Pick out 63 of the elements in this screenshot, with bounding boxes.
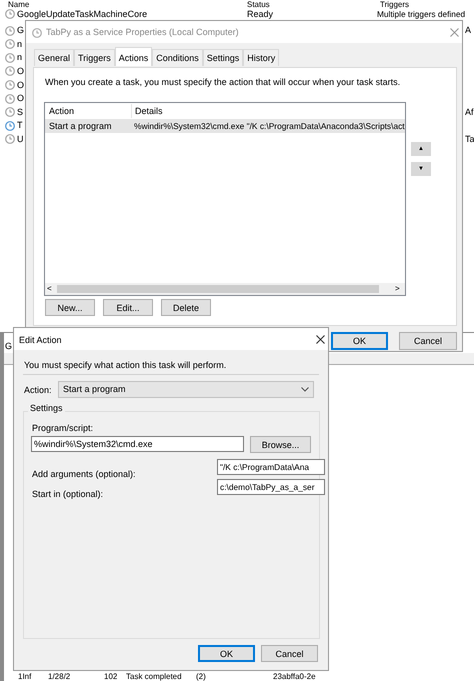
history-cell: (2) (196, 672, 206, 681)
task-name: S (17, 106, 24, 118)
history-cell: 23abffa0-2e (273, 672, 316, 681)
history-cell: Task completed (126, 672, 182, 681)
ok-button[interactable]: OK (198, 645, 255, 662)
task-triggers: A (465, 24, 472, 37)
pane-label: G (5, 340, 12, 353)
scrollbar-thumb[interactable] (57, 285, 379, 293)
task-name: T (17, 120, 22, 132)
clock-icon (32, 28, 42, 38)
task-name: n (17, 38, 22, 50)
action-button[interactable]: New... (45, 299, 95, 316)
column-header: Status (247, 0, 270, 9)
tab[interactable]: Conditions (152, 49, 203, 66)
task-name: G (17, 25, 24, 36)
tab[interactable]: Actions (114, 47, 152, 66)
cancel-button[interactable]: Cancel (399, 332, 457, 350)
task-triggers: Af (465, 106, 474, 118)
group-label: Settings (28, 402, 65, 416)
task-triggers: Multiple triggers defined (377, 8, 466, 20)
cancel-button[interactable]: Cancel (261, 645, 318, 662)
task-status: Ready (247, 8, 274, 20)
scroll-left-button[interactable]: < (47, 283, 52, 295)
field-label: Program/script: (32, 422, 94, 435)
task-name: n (17, 52, 22, 64)
tab[interactable]: Triggers (74, 49, 115, 66)
column-header: Action (49, 105, 76, 118)
history-cell: 1/28/2 (48, 672, 70, 681)
action-dropdown[interactable]: Start a program (58, 381, 314, 398)
field-label: Action: (24, 384, 52, 397)
browse-button[interactable]: Browse... (250, 436, 311, 453)
chevron-down-icon (301, 387, 309, 392)
column-header: Name (8, 0, 30, 9)
history-cell: 102 (104, 672, 118, 681)
window-title: TabPy as a Service Properties (Local Computer) (46, 26, 239, 39)
action-button[interactable]: Delete (161, 299, 211, 316)
history-cell: 1Inf (18, 672, 32, 681)
ok-button[interactable]: OK (331, 332, 388, 350)
arguments-field[interactable]: "/K c:\ProgramData\Ana (217, 459, 325, 475)
table-cell-text: %windir%\System32\cmd.exe "/K c:\ProgramData\Anaconda3\Scripts\act (134, 120, 405, 133)
tab[interactable]: Settings (202, 49, 244, 66)
task-name: O (17, 80, 24, 90)
start-in-field[interactable]: c:\demo\TabPy_as_a_ser (217, 479, 325, 495)
instruction-text: When you create a task, you must specify the action that will occur when your task starts. (45, 76, 400, 89)
table-cell-text: Start a program (49, 120, 112, 133)
task-name: GoogleUpdateTaskMachineCore (17, 8, 148, 20)
close-icon[interactable] (316, 335, 325, 344)
column-header: Triggers (380, 0, 410, 9)
action-button[interactable]: Edit... (103, 299, 153, 316)
scroll-right-button[interactable]: > (395, 283, 400, 295)
tab[interactable]: General (34, 49, 74, 66)
table-row[interactable]: Start a program %windir%\System32\cmd.exe "/K c:\ProgramData\Anaconda3\Scripts\act (45, 119, 405, 133)
tab[interactable]: History (243, 49, 280, 66)
instruction-text: You must specify what action this task will perform. (24, 359, 226, 372)
horizontal-scrollbar[interactable]: < > (45, 283, 405, 295)
field-label: Add arguments (optional): (32, 468, 136, 481)
field-label: Start in (optional): (32, 488, 104, 501)
column-header: Details (131, 104, 401, 118)
task-name: U (17, 134, 24, 145)
program-field[interactable]: %windir%\System32\cmd.exe (31, 436, 244, 452)
task-name: O (17, 66, 24, 77)
task-name: O (17, 93, 24, 104)
window-title: Edit Action (19, 334, 62, 347)
